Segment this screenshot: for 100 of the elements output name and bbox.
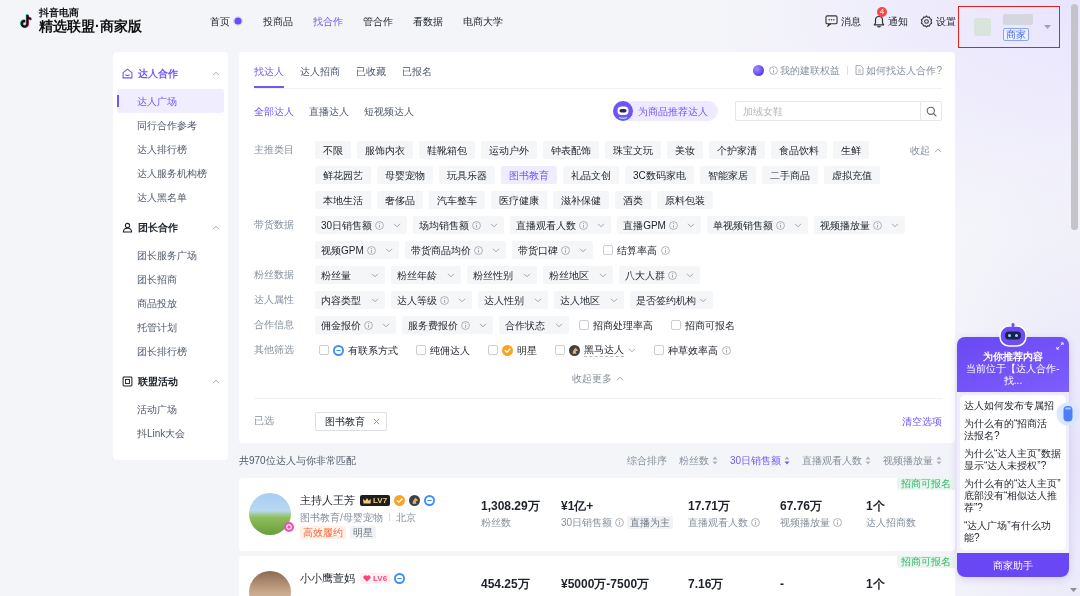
notifications-link[interactable]: 通知 4 xyxy=(873,6,908,28)
sidebar-item[interactable]: 团长服务广场 xyxy=(117,243,224,267)
subtab[interactable]: 全部达人 xyxy=(254,104,294,118)
question-link[interactable]: “达人广场”有什么功能? xyxy=(964,520,1062,550)
sidebar-item[interactable]: 达人广场 xyxy=(117,89,224,113)
search-button[interactable] xyxy=(920,101,942,121)
category-chip[interactable]: 3C数码家电 xyxy=(625,166,694,184)
checkbox-option[interactable]: 种草效率高 xyxy=(654,341,731,359)
filter-dropdown[interactable]: 内容类型 xyxy=(315,291,385,309)
category-chip[interactable]: 酒类 xyxy=(615,191,651,209)
checkbox[interactable] xyxy=(555,345,565,355)
checkbox[interactable] xyxy=(579,320,589,330)
category-chip[interactable]: 礼品文创 xyxy=(563,166,619,184)
nav-link[interactable]: 找合作 xyxy=(313,14,343,28)
selected-tag[interactable]: 图书教育 xyxy=(315,411,387,431)
filter-dropdown[interactable]: 佣金报价 xyxy=(315,316,396,334)
question-link[interactable]: 为什么“达人主页”数据显示“达人未授权”? xyxy=(964,448,1062,478)
checkbox-option[interactable]: 招商处理率高 xyxy=(579,316,653,334)
tab[interactable]: 已收藏 xyxy=(356,52,386,88)
category-chip[interactable]: 滋补保健 xyxy=(553,191,609,209)
sidebar-item[interactable]: 托管计划 xyxy=(117,315,224,339)
nav-link[interactable]: 管合作 xyxy=(363,14,393,28)
checkbox-option[interactable]: 黑马达人 xyxy=(555,341,636,359)
recommend-button[interactable]: 为商品推荐达人 xyxy=(613,101,718,121)
category-chip[interactable]: 运动户外 xyxy=(481,141,537,159)
question-link[interactable]: 为什么有的“招商活 法报名? xyxy=(964,418,1048,448)
checkbox-option[interactable]: 纯佣达人 xyxy=(416,341,470,359)
category-chip[interactable]: 虚拟充值 xyxy=(823,166,880,184)
checkbox[interactable] xyxy=(602,245,613,255)
caret-down-icon[interactable] xyxy=(1044,25,1051,29)
question-link[interactable]: 达人如何发布专属招 xyxy=(964,400,1054,418)
category-chip[interactable]: 服饰内衣 xyxy=(357,141,413,159)
category-chip[interactable]: 本地生活 xyxy=(315,191,371,209)
sidebar-item[interactable]: 达人排行榜 xyxy=(117,137,224,161)
text-link[interactable]: 如何找达人合作? xyxy=(855,63,942,77)
sidebar-item[interactable]: 活动广场 xyxy=(117,397,224,421)
text-link[interactable]: 我的建联权益 xyxy=(769,63,841,77)
sidebar-item[interactable]: 团长排行榜 xyxy=(117,339,224,363)
collapse-button[interactable]: 收起 xyxy=(910,141,942,159)
checkbox[interactable] xyxy=(671,320,681,330)
checkbox[interactable] xyxy=(654,345,664,355)
filter-dropdown[interactable]: 达人地区 xyxy=(554,291,624,309)
filter-dropdown[interactable]: 场均销售额 xyxy=(413,216,505,234)
checkbox-option[interactable]: 明星 xyxy=(488,341,537,359)
filter-dropdown[interactable]: 视频播放量 xyxy=(813,216,905,234)
category-chip[interactable]: 钟表配饰 xyxy=(543,141,599,159)
filter-dropdown[interactable]: 合作状态 xyxy=(499,316,569,334)
category-chip[interactable]: 奢侈品 xyxy=(377,191,423,209)
filter-dropdown[interactable]: 是否签约机构 xyxy=(630,291,713,309)
section-header[interactable]: 团长合作 xyxy=(117,216,224,238)
settings-link[interactable]: 设置 xyxy=(920,14,956,28)
search-field[interactable]: 加绒女鞋 xyxy=(735,101,920,121)
sidebar-item[interactable]: 达人服务机构榜 xyxy=(117,161,224,185)
close-icon[interactable] xyxy=(373,417,380,425)
tab[interactable]: 达人招商 xyxy=(300,52,340,88)
filter-dropdown[interactable]: 直播观看人数 xyxy=(510,216,612,234)
filter-dropdown[interactable]: 粉丝地区 xyxy=(543,266,613,284)
category-chip[interactable]: 美妆 xyxy=(667,141,703,159)
nav-link[interactable]: 首页 xyxy=(210,14,230,28)
category-chip[interactable]: 汽车整车 xyxy=(429,191,485,209)
tab[interactable]: 找达人 xyxy=(254,52,284,88)
sidebar-item[interactable]: 商品投放 xyxy=(117,291,224,315)
floating-bubble-icon[interactable] xyxy=(1056,400,1080,428)
filter-dropdown[interactable]: 带货口碑 xyxy=(511,241,593,259)
clear-link[interactable]: 清空选项 xyxy=(902,414,942,428)
filter-dropdown[interactable]: 达人等级 xyxy=(391,291,472,309)
category-chip[interactable]: 鲜花园艺 xyxy=(315,166,371,184)
assistant-button[interactable]: 商家助手 xyxy=(957,553,1069,577)
sort-option[interactable]: 30日销售额 xyxy=(729,454,790,467)
category-chip[interactable]: 个护家清 xyxy=(709,141,765,159)
filter-dropdown[interactable]: 服务费报价 xyxy=(402,316,493,334)
sidebar-item[interactable]: 抖Link大会 xyxy=(117,421,224,445)
section-header[interactable]: 达人合作 xyxy=(117,62,224,84)
nav-link[interactable]: 投商品 xyxy=(263,14,293,28)
checkbox[interactable] xyxy=(416,345,426,355)
category-chip[interactable]: 母婴宠物 xyxy=(377,166,433,184)
scrollbar-thumb[interactable] xyxy=(1071,4,1078,230)
expand-icon[interactable] xyxy=(1056,342,1064,350)
filter-dropdown[interactable]: 达人性别 xyxy=(478,291,548,309)
collapse-more-button[interactable]: 收起更多 xyxy=(572,370,624,386)
category-chip[interactable]: 食品饮料 xyxy=(771,141,827,159)
subtab[interactable]: 短视频达人 xyxy=(364,104,414,118)
filter-dropdown[interactable]: 视频GPM xyxy=(315,241,399,259)
category-chip[interactable]: 原料包装 xyxy=(657,191,713,209)
messages-link[interactable]: 消息 xyxy=(825,14,861,28)
filter-dropdown[interactable]: 直播GPM xyxy=(617,216,701,234)
category-chip[interactable]: 生鲜 xyxy=(833,141,869,159)
checkbox-option[interactable]: 结算率高 xyxy=(602,241,670,259)
filter-dropdown[interactable]: 粉丝性别 xyxy=(467,266,537,284)
sidebar-item[interactable]: 团长招商 xyxy=(117,267,224,291)
filter-dropdown[interactable]: 粉丝量 xyxy=(315,266,385,284)
category-chip[interactable]: 智能家居 xyxy=(699,166,756,184)
category-chip[interactable]: 珠宝文玩 xyxy=(605,141,661,159)
subtab[interactable]: 直播达人 xyxy=(309,104,349,118)
category-chip[interactable]: 玩具乐器 xyxy=(439,166,495,184)
sidebar-item[interactable]: 达人黑名单 xyxy=(117,185,224,209)
tab[interactable]: 已报名 xyxy=(402,52,432,88)
filter-dropdown[interactable]: 30日销售额 xyxy=(315,216,408,234)
nav-link[interactable]: 看数据 xyxy=(413,14,443,28)
filter-dropdown[interactable]: 带货商品均价 xyxy=(404,241,506,259)
